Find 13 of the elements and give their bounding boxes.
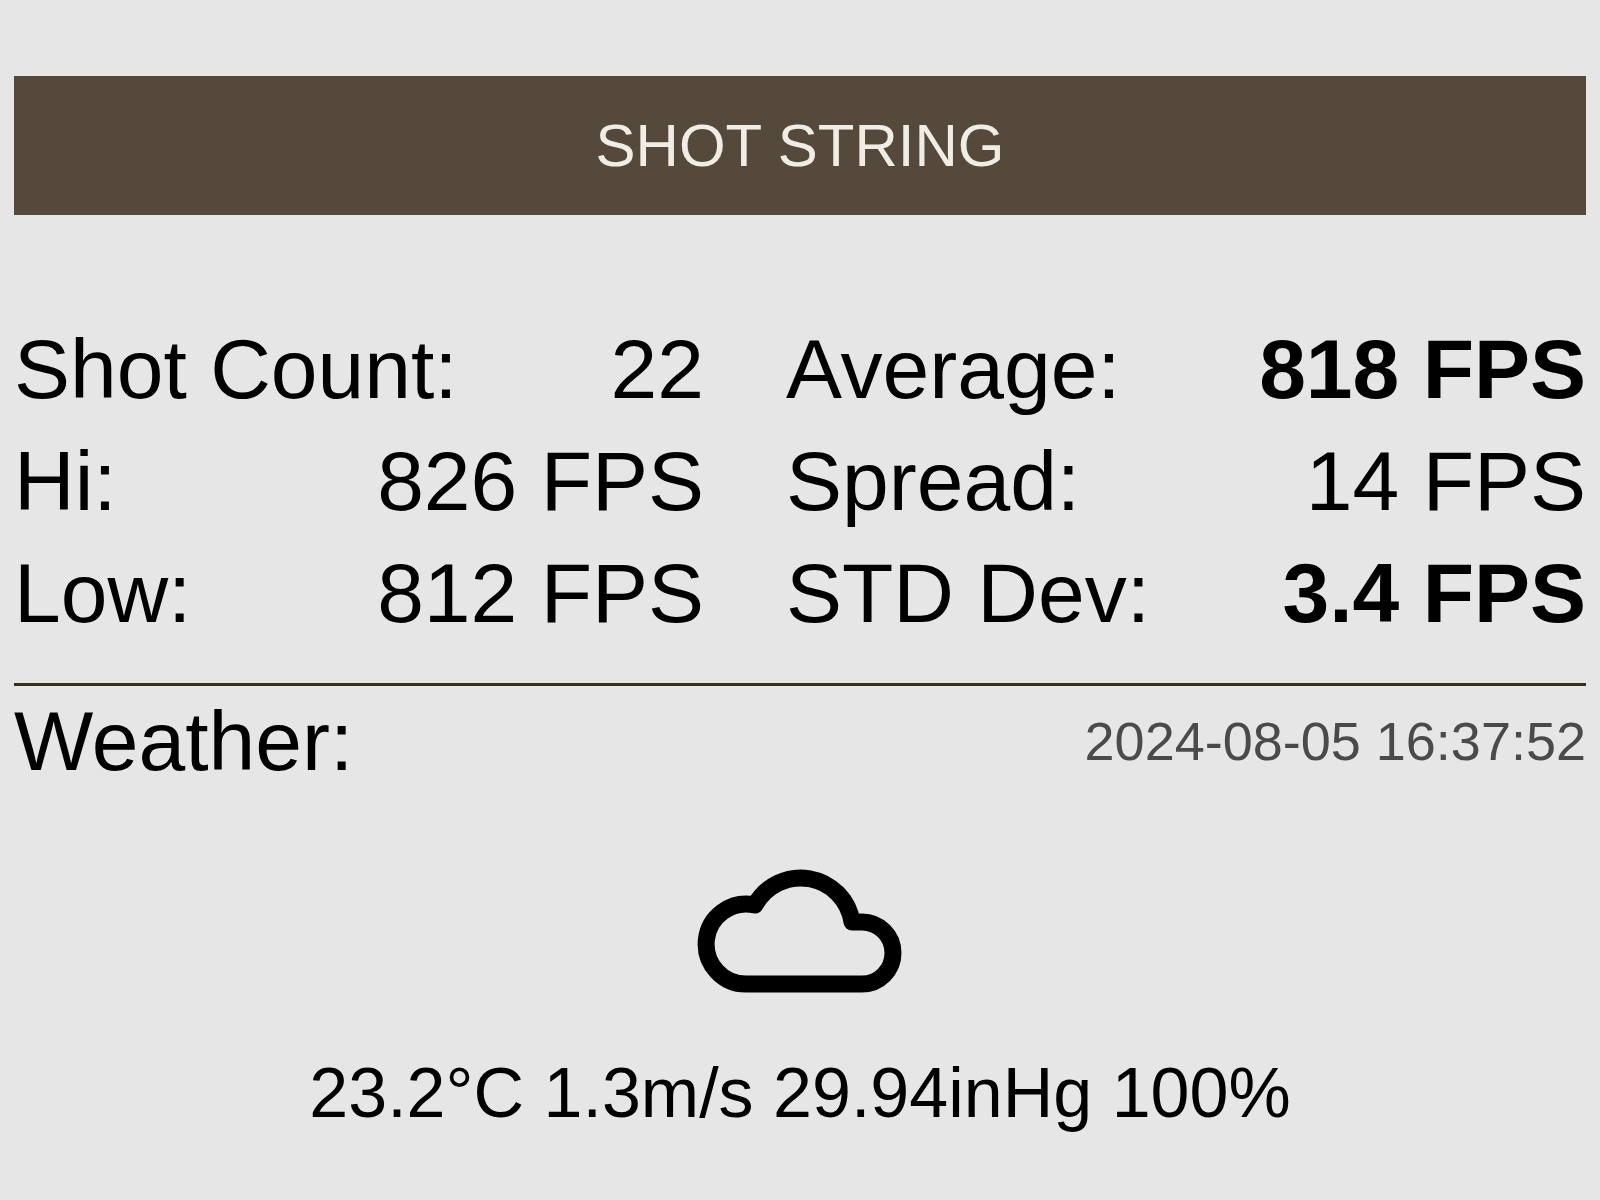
- weather-label: Weather:: [14, 699, 354, 783]
- stat-value: 14 FPS: [1305, 439, 1586, 523]
- stat-label: STD Dev:: [786, 551, 1151, 635]
- stat-value: 22: [610, 327, 704, 411]
- stat-label: Shot Count:: [14, 327, 458, 411]
- stat-value: 826 FPS: [377, 439, 704, 523]
- timestamp: 2024-08-05 16:37:52: [1084, 714, 1586, 768]
- stat-value: 3.4 FPS: [1282, 551, 1586, 635]
- stat-value: 812 FPS: [377, 551, 704, 635]
- header-title: SHOT STRING: [595, 115, 1005, 176]
- stat-label: Hi:: [14, 439, 117, 523]
- stat-value: 818 FPS: [1259, 327, 1586, 411]
- stat-label: Low:: [14, 551, 192, 635]
